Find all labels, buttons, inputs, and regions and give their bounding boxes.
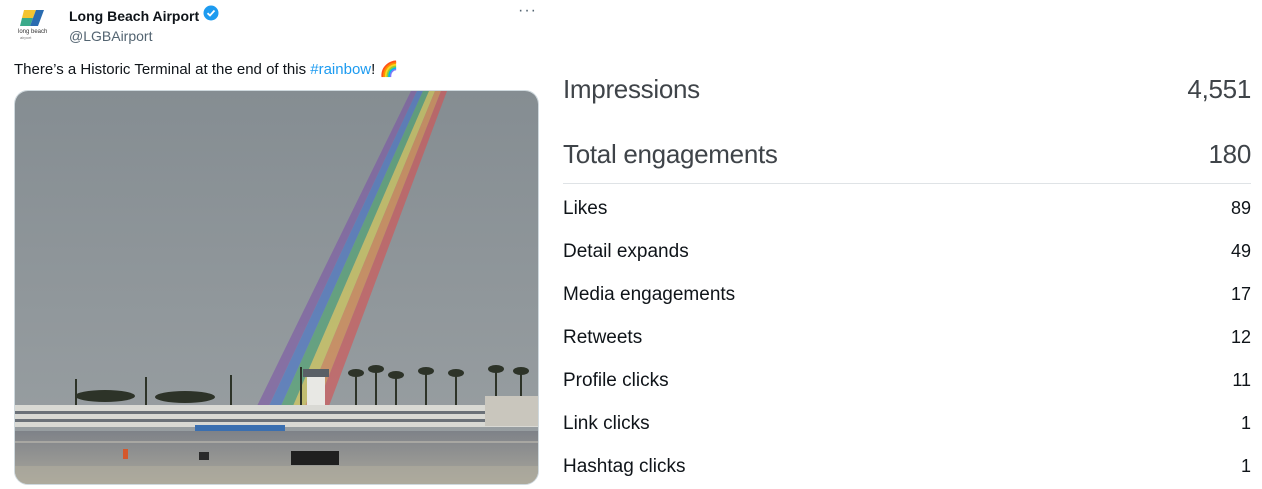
metric-value: 49 xyxy=(1230,241,1251,261)
more-options-icon[interactable]: ··· xyxy=(518,2,537,20)
metric-value: 1 xyxy=(1240,456,1251,476)
logo-subtext: airport xyxy=(20,35,32,40)
metric-label: Media engagements xyxy=(563,284,736,305)
author-block: Long Beach Airport @LGBAirport xyxy=(69,5,219,44)
tweet-analytics: Impressions 4,551 Total engagements 180 … xyxy=(563,0,1251,489)
metric-value: 17 xyxy=(1230,284,1251,304)
divider xyxy=(563,183,1251,184)
metric-row: Profile clicks 11 xyxy=(563,370,1251,392)
metric-row: Retweets 12 xyxy=(563,327,1251,349)
total-engagements-row: Total engagements 180 xyxy=(563,139,1251,170)
metric-label: Detail expands xyxy=(563,241,689,262)
metric-row: Detail expands 49 xyxy=(563,241,1251,263)
metric-row: Link clicks 1 xyxy=(563,413,1251,435)
tweet-text-before: There’s a Historic Terminal at the end o… xyxy=(14,61,311,78)
impressions-row: Impressions 4,551 xyxy=(563,74,1251,105)
tweet-text: There’s a Historic Terminal at the end o… xyxy=(14,60,398,78)
author-handle[interactable]: @LGBAirport xyxy=(69,28,219,44)
metric-row: Hashtag clicks 1 xyxy=(563,456,1251,478)
impressions-value: 4,551 xyxy=(1187,74,1251,104)
verified-badge-icon xyxy=(203,5,219,26)
tweet-photo[interactable] xyxy=(14,90,539,485)
total-engagements-value: 180 xyxy=(1208,139,1252,169)
metric-label: Likes xyxy=(563,198,608,219)
metric-label: Profile clicks xyxy=(563,370,669,391)
airport-logo-icon[interactable]: long beach airport xyxy=(14,4,54,44)
tweet-text-after: ! 🌈 xyxy=(371,61,399,78)
author-name[interactable]: Long Beach Airport xyxy=(69,8,199,24)
metric-value: 89 xyxy=(1230,198,1251,218)
metric-row: Likes 89 xyxy=(563,198,1251,220)
metric-value: 12 xyxy=(1230,327,1251,347)
impressions-label: Impressions xyxy=(563,74,700,104)
hashtag-link[interactable]: #rainbow xyxy=(310,61,371,78)
metric-row: Media engagements 17 xyxy=(563,284,1251,306)
metric-label: Retweets xyxy=(563,327,643,348)
metric-value: 11 xyxy=(1232,370,1251,390)
metric-label: Link clicks xyxy=(563,413,650,434)
tweet-card: long beach airport Long Beach Airport @L… xyxy=(0,0,545,489)
metric-label: Hashtag clicks xyxy=(563,456,686,477)
total-engagements-label: Total engagements xyxy=(563,139,778,169)
metric-value: 1 xyxy=(1240,413,1251,433)
